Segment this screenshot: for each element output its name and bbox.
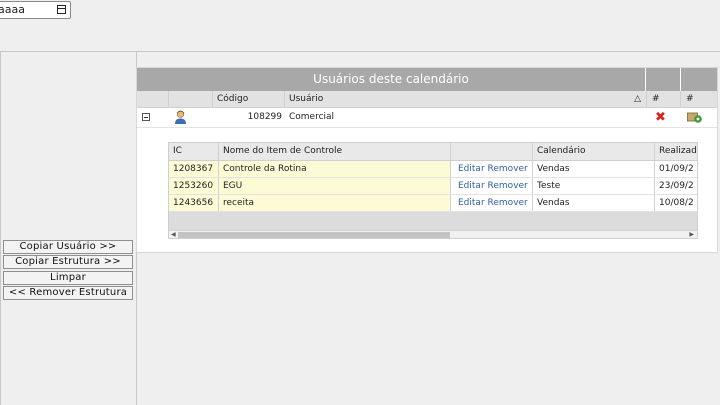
- item-name: receita: [219, 195, 451, 211]
- date-input[interactable]: aaaa: [0, 1, 71, 19]
- header-actions: [451, 143, 533, 160]
- item-name: Controle da Rotina: [219, 161, 451, 177]
- item-name: EGU: [219, 178, 451, 194]
- header-hash-edit: #: [686, 94, 694, 104]
- scroll-left-arrow-icon[interactable]: ◀: [171, 231, 176, 238]
- horizontal-scrollbar[interactable]: ◀ ▶: [169, 230, 697, 238]
- control-item-row: 1253260 EGU Editar Remover Teste 23/09/2: [169, 178, 697, 195]
- avatar-cell: [169, 108, 213, 127]
- divider: [0, 52, 1, 405]
- delete-cell: ✖: [647, 108, 681, 127]
- item-date: 10/08/2: [659, 198, 694, 208]
- users-header-row: Código Usuário △ # #: [137, 91, 717, 108]
- item-calendar: Vendas: [533, 195, 655, 211]
- date-input-value: aaaa: [0, 3, 25, 16]
- item-date: 01/09/2: [659, 164, 694, 174]
- expand-cell: [137, 108, 169, 127]
- item-calendar: Teste: [533, 178, 655, 194]
- user-avatar-icon: [175, 110, 186, 124]
- control-item-row: 1243656 receita Editar Remover Vendas 10…: [169, 195, 697, 212]
- item-actions: Editar Remover: [451, 178, 533, 194]
- control-items-grid: IC Nome do Item de Controle Calendário R…: [168, 142, 698, 239]
- user-name: Comercial: [289, 112, 335, 122]
- sort-triangle-icon[interactable]: △: [634, 91, 641, 107]
- remove-link[interactable]: Remover: [488, 198, 528, 208]
- panel-title: Usuários deste calendário: [137, 68, 645, 91]
- item-actions: Editar Remover: [451, 161, 533, 177]
- user-code: 108299: [247, 112, 282, 122]
- remove-link[interactable]: Remover: [488, 181, 528, 191]
- scrollbar-thumb[interactable]: [178, 232, 450, 238]
- delete-icon[interactable]: ✖: [655, 111, 666, 124]
- header-item-name[interactable]: Nome do Item de Controle: [219, 143, 451, 160]
- remove-structure-button[interactable]: << Remover Estrutura: [3, 286, 133, 300]
- header-user[interactable]: Usuário △: [285, 91, 647, 107]
- header-realized[interactable]: Realizado: [655, 143, 697, 160]
- header-user-label: Usuário: [289, 94, 324, 104]
- header-expand: [137, 91, 169, 107]
- item-date: 23/09/2: [659, 181, 694, 191]
- header-ic[interactable]: IC: [169, 143, 219, 160]
- panel-title-extension: [681, 68, 717, 91]
- item-ic: 1243656: [169, 195, 219, 211]
- header-code[interactable]: Código: [213, 91, 285, 107]
- item-ic: 1253260: [169, 178, 219, 194]
- control-item-row: 1208367 Controle da Rotina Editar Remove…: [169, 161, 697, 178]
- edit-link[interactable]: Editar: [458, 181, 485, 191]
- clear-button[interactable]: Limpar: [3, 271, 133, 285]
- edit-structure-icon[interactable]: [687, 111, 703, 124]
- item-calendar: Vendas: [533, 161, 655, 177]
- edit-link[interactable]: Editar: [458, 164, 485, 174]
- header-avatar: [169, 91, 213, 107]
- item-ic: 1208367: [169, 161, 219, 177]
- panel-title-extension: [646, 68, 680, 91]
- edit-link[interactable]: Editar: [458, 198, 485, 208]
- item-actions: Editar Remover: [451, 195, 533, 211]
- user-row: 108299 Comercial ✖: [137, 108, 717, 128]
- copy-structure-button[interactable]: Copiar Estrutura >>: [3, 255, 133, 269]
- remove-link[interactable]: Remover: [488, 164, 528, 174]
- subgrid-header-row: IC Nome do Item de Controle Calendário R…: [169, 143, 697, 161]
- collapse-icon[interactable]: [142, 113, 150, 121]
- header-hash-delete: #: [647, 91, 681, 107]
- subgrid-empty-area: [169, 212, 697, 230]
- scroll-right-arrow-icon[interactable]: ▶: [689, 231, 694, 238]
- divider: [0, 51, 720, 52]
- edit-cell: [681, 108, 717, 127]
- copy-user-button[interactable]: Copiar Usuário >>: [3, 240, 133, 254]
- header-calendar[interactable]: Calendário: [533, 143, 655, 160]
- calendar-icon[interactable]: [57, 5, 66, 14]
